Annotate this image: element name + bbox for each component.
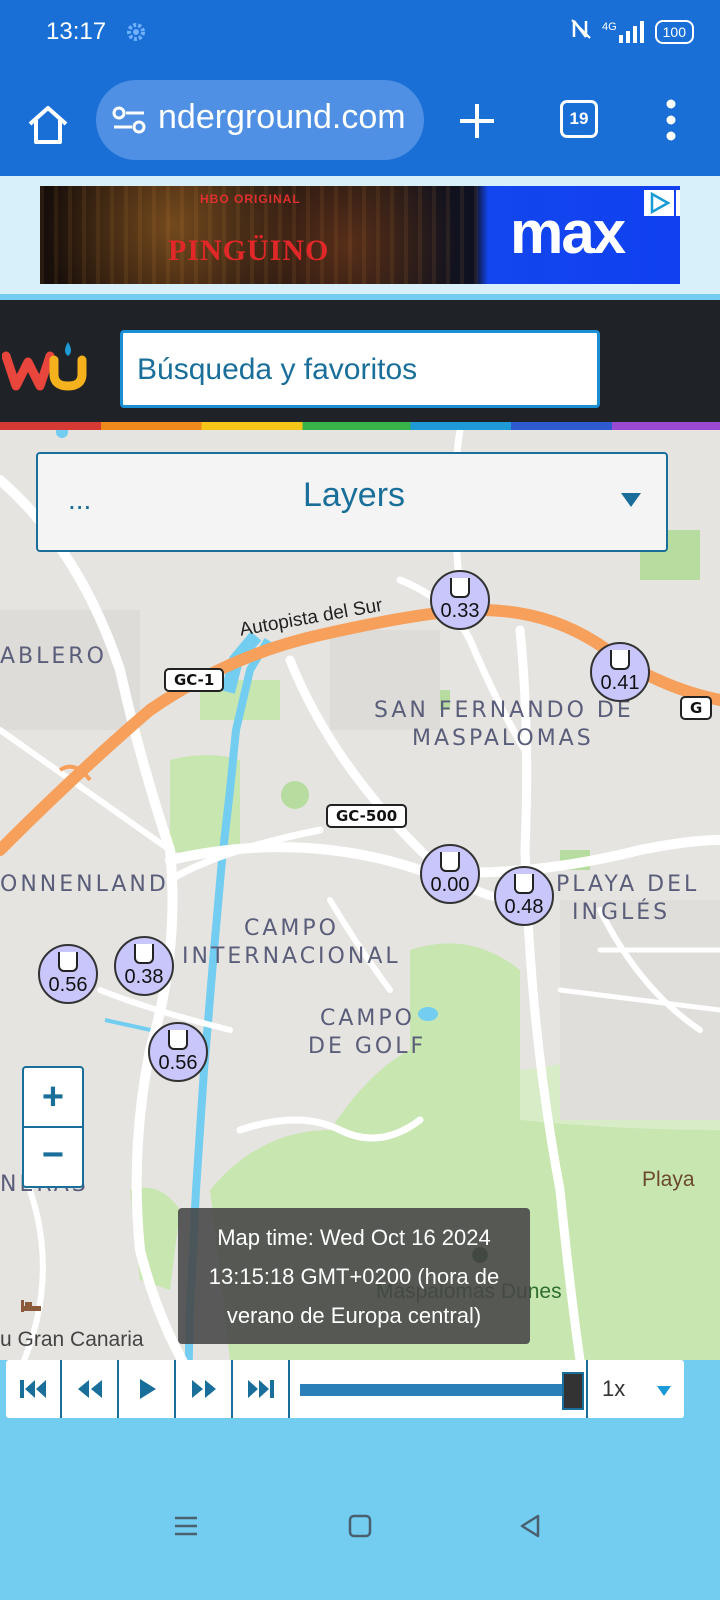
place-maspalomas: MASPALOMAS — [412, 726, 594, 751]
ad-title: PINGÜINO — [168, 234, 330, 267]
rain-gauge-icon — [514, 874, 534, 894]
ad-close-icon[interactable] — [676, 190, 680, 216]
address-bar[interactable]: nderground.com — [96, 80, 424, 160]
browser-toolbar: nderground.com 19 — [0, 64, 720, 176]
rain-gauge-icon — [440, 852, 460, 872]
rain-gauge-icon — [450, 578, 470, 598]
layers-label: Layers — [302, 476, 406, 514]
clock: 13:17 — [46, 18, 107, 45]
tab-switcher-button[interactable]: 19 — [560, 100, 598, 138]
ad-banner[interactable]: HBO ORIGINAL PINGÜINO max — [40, 186, 680, 284]
place-sonnenland: ONNENLAND — [0, 872, 169, 897]
search-placeholder: Búsqueda y favoritos — [137, 353, 418, 386]
place-campo: CAMPO — [244, 916, 339, 941]
ad-network-text: HBO ORIGINAL — [200, 192, 301, 206]
rain-station[interactable]: 0.56 — [38, 944, 98, 1004]
site-header: Búsqueda y favoritos — [0, 300, 720, 422]
rain-station[interactable]: 0.00 — [420, 844, 480, 904]
timeline-slider-handle[interactable] — [561, 1372, 584, 1410]
map-time-label: Map time: Wed Oct 16 2024 13:15:18 GMT+0… — [178, 1208, 530, 1344]
place-de-golf: DE GOLF — [308, 1034, 427, 1059]
play-icon — [140, 1379, 156, 1399]
ad-brand-logo: max — [510, 199, 626, 266]
place-gran-canaria: u Gran Canaria — [0, 1328, 144, 1351]
wu-logo[interactable] — [1, 338, 90, 397]
rain-station[interactable]: 0.33 — [430, 570, 490, 630]
place-san-fernando: SAN FERNANDO DE — [374, 698, 634, 723]
rain-gauge-icon — [610, 650, 630, 670]
place-playa: Playa — [642, 1168, 695, 1191]
rain-station[interactable]: 0.56 — [148, 1022, 208, 1082]
rain-station[interactable]: 0.48 — [494, 866, 554, 926]
station-value: 0.56 — [158, 1052, 198, 1074]
road-label-gc500: GC-500 — [326, 804, 408, 828]
new-tab-button[interactable] — [452, 96, 502, 146]
place-playa-del: PLAYA DEL — [556, 872, 700, 897]
layers-dropdown[interactable]: ... Layers — [36, 452, 668, 552]
place-campo-golf: CAMPO — [320, 1006, 415, 1031]
skip-to-start-button[interactable] — [6, 1360, 62, 1418]
battery-icon: 100 — [654, 19, 694, 44]
rain-gauge-icon — [168, 1030, 188, 1050]
recent-apps-icon[interactable] — [172, 1512, 200, 1545]
zoom-out-button[interactable]: − — [24, 1128, 82, 1186]
timeline-slider[interactable] — [300, 1384, 580, 1396]
station-value: 0.00 — [430, 874, 470, 896]
fast-forward-icon — [192, 1380, 216, 1398]
speed-value: 1x — [602, 1376, 626, 1401]
place-ingles: INGLÉS — [572, 900, 671, 925]
station-value: 0.48 — [504, 896, 544, 918]
station-value: 0.41 — [600, 672, 640, 694]
step-back-button[interactable] — [63, 1360, 119, 1418]
ad-container: HBO ORIGINAL PINGÜINO max — [0, 176, 720, 294]
step-forward-button[interactable] — [177, 1360, 233, 1418]
chevron-down-icon — [656, 1384, 672, 1402]
road-label-g: G — [680, 696, 713, 720]
speed-select[interactable]: 1x — [586, 1360, 684, 1418]
search-input[interactable]: Búsqueda y favoritos — [120, 330, 600, 408]
color-stripe — [0, 422, 720, 430]
system-nav-bar — [0, 1480, 720, 1600]
url-text[interactable]: nderground.com — [158, 98, 418, 137]
station-value: 0.56 — [48, 974, 88, 996]
rain-station[interactable]: 0.38 — [114, 936, 174, 996]
site-info-icon[interactable] — [112, 104, 146, 141]
skip-end-icon — [248, 1380, 274, 1398]
place-ablero: ABLERO — [0, 644, 107, 669]
playback-bar: 1x — [6, 1360, 684, 1418]
rewind-icon — [78, 1380, 102, 1398]
rain-station[interactable]: 0.41 — [590, 642, 650, 702]
home-button[interactable] — [24, 100, 72, 148]
station-value: 0.38 — [124, 966, 164, 988]
status-icons: 4G 100 — [570, 18, 694, 45]
play-button[interactable] — [120, 1360, 176, 1418]
rain-gauge-icon — [134, 944, 154, 964]
back-nav-icon[interactable] — [516, 1512, 544, 1545]
zoom-in-button[interactable]: + — [24, 1068, 82, 1128]
network-type: 4G — [601, 20, 617, 33]
skip-start-icon — [20, 1380, 46, 1398]
signal-icon: 4G — [601, 20, 645, 43]
skip-to-end-button[interactable] — [234, 1360, 290, 1418]
zoom-control: + − — [22, 1066, 84, 1188]
gear-icon — [124, 20, 148, 49]
road-label-gc1: GC-1 — [164, 668, 225, 692]
more-menu-icon[interactable] — [656, 98, 686, 142]
nfc-icon — [570, 18, 592, 45]
station-value: 0.33 — [440, 600, 480, 622]
place-internacional: INTERNACIONAL — [182, 944, 401, 969]
status-bar: 13:17 4G 100 — [0, 0, 720, 64]
home-nav-icon[interactable] — [346, 1512, 374, 1545]
map[interactable]: GC-1 GC-500 G Autopista del Sur ABLERO S… — [0, 430, 720, 1510]
adchoices-icon[interactable] — [644, 190, 674, 216]
rain-gauge-icon — [58, 952, 78, 972]
